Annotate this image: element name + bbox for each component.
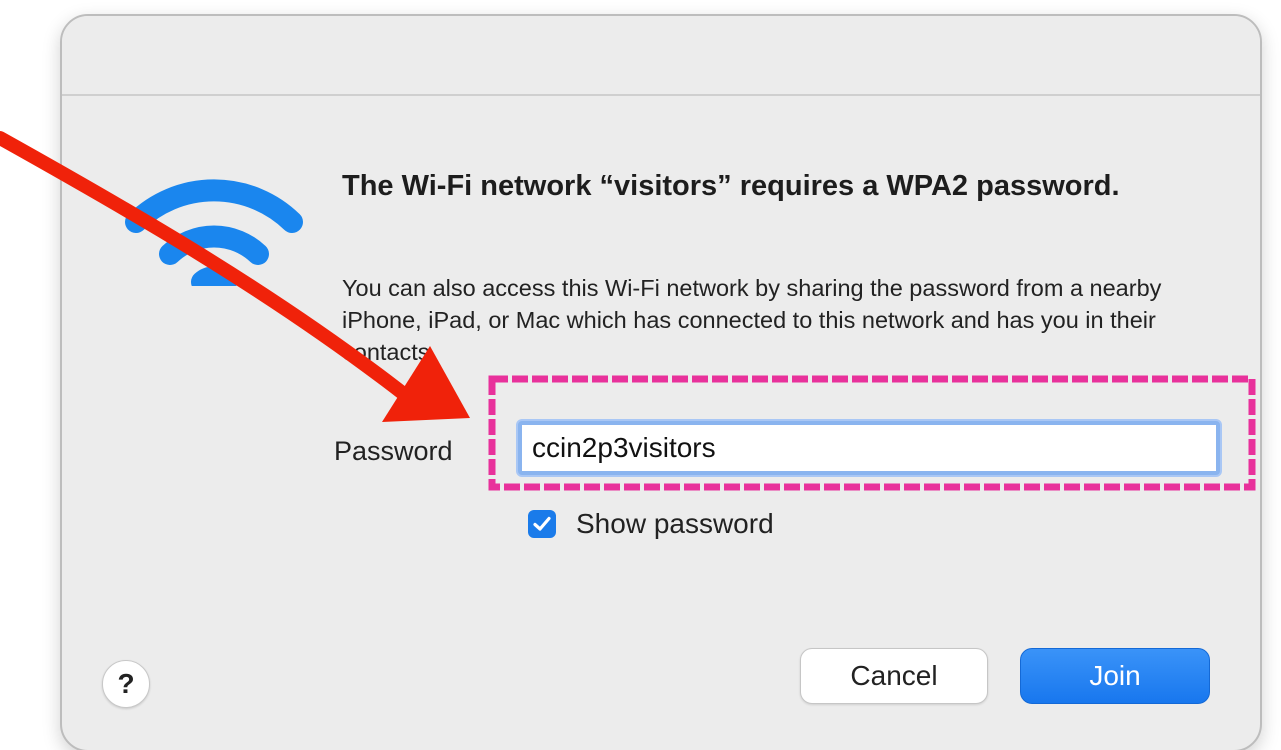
wifi-password-dialog: The Wi-Fi network “visitors” requires a … (60, 14, 1262, 750)
show-password-label: Show password (576, 508, 774, 539)
dialog-body-text: You can also access this Wi-Fi network b… (342, 275, 1162, 365)
dialog-heading: The Wi-Fi network “visitors” requires a … (342, 170, 1120, 202)
cancel-button[interactable]: Cancel (800, 648, 988, 704)
wifi-icon (125, 179, 303, 286)
password-label: Password (334, 436, 453, 466)
dialog-title-bar (62, 16, 1260, 96)
password-input[interactable] (518, 421, 1220, 475)
show-password-checkbox[interactable] (528, 510, 556, 538)
join-button[interactable]: Join (1020, 648, 1210, 704)
checkmark-icon (533, 516, 551, 531)
help-button[interactable]: ? (102, 660, 150, 708)
show-password-toggle[interactable]: Show password (528, 508, 774, 540)
screen: The Wi-Fi network “visitors” requires a … (0, 0, 1281, 750)
